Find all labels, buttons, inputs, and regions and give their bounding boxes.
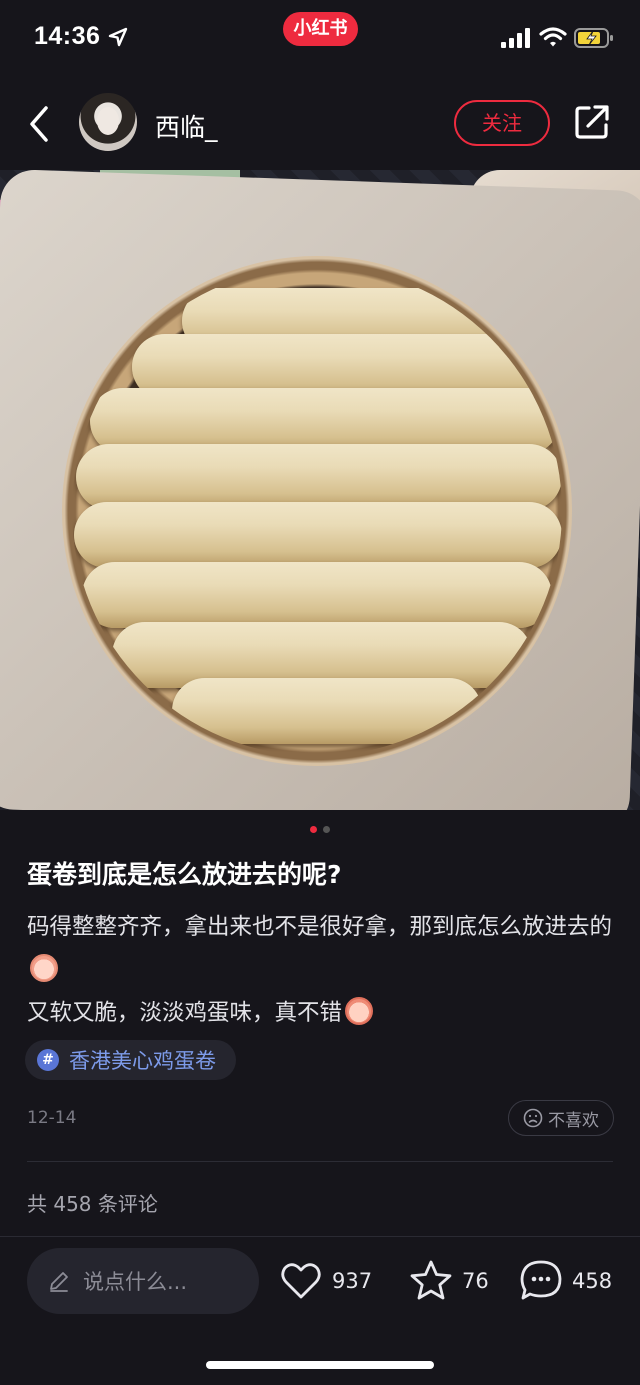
post-date: 12-14 xyxy=(27,1108,77,1128)
collect-button[interactable]: 76 xyxy=(408,1258,489,1304)
comment-input-placeholder: 说点什么... xyxy=(83,1270,188,1294)
carousel-dot xyxy=(323,826,330,833)
status-bar: 14:36 小红书 xyxy=(0,0,640,78)
carousel-indicator xyxy=(0,826,640,836)
pen-icon xyxy=(50,1272,68,1292)
wifi-icon xyxy=(539,27,567,47)
comment-input[interactable]: 说点什么... xyxy=(27,1248,259,1314)
post-title: 蛋卷到底是怎么放进去的呢? xyxy=(27,860,342,889)
post-body: 码得整整齐齐，拿出来也不是很好拿，那到底怎么放进去的 又软又脆，淡淡鸡蛋味，真不… xyxy=(27,906,617,1035)
dislike-button[interactable]: 不喜欢 xyxy=(508,1100,614,1136)
collect-count: 76 xyxy=(462,1269,489,1293)
share-icon[interactable] xyxy=(572,102,612,142)
author-name[interactable]: 西临_ xyxy=(155,108,218,144)
star-icon xyxy=(410,1260,452,1300)
dislike-label: 不喜欢 xyxy=(548,1110,599,1131)
comment-count-bottom: 458 xyxy=(572,1269,613,1293)
battery-charging-icon xyxy=(574,28,613,48)
follow-button[interactable]: 关注 xyxy=(454,100,550,146)
avatar[interactable] xyxy=(79,93,137,151)
post-body-line1: 码得整整齐齐，拿出来也不是很好拿，那到底怎么放进去的 xyxy=(27,914,613,940)
image-egg-rolls xyxy=(72,266,562,756)
tearful-face-emoji-icon xyxy=(30,954,58,982)
divider xyxy=(27,1161,613,1162)
hashtag-icon: # xyxy=(37,1049,59,1071)
comment-button[interactable]: 458 xyxy=(518,1258,612,1304)
home-indicator[interactable] xyxy=(206,1361,434,1369)
sad-face-icon xyxy=(523,1108,543,1128)
post-image[interactable] xyxy=(0,170,640,810)
topic-tag[interactable]: # 香港美心鸡蛋卷 xyxy=(25,1040,236,1080)
carousel-dot-active xyxy=(310,826,317,833)
shocked-face-emoji-icon xyxy=(345,997,374,1025)
topic-tag-label: 香港美心鸡蛋卷 xyxy=(69,1049,216,1073)
like-count: 937 xyxy=(332,1269,373,1293)
location-arrow-icon xyxy=(108,27,128,47)
chat-bubble-icon xyxy=(520,1260,562,1300)
post-body-line2: 又软又脆，淡淡鸡蛋味，真不错 xyxy=(27,1000,343,1026)
back-arrow-icon[interactable] xyxy=(22,102,56,146)
post-header: 西临_ 关注 xyxy=(0,78,640,170)
like-button[interactable]: 937 xyxy=(278,1258,372,1304)
signal-icon xyxy=(501,28,530,48)
divider xyxy=(0,1236,640,1237)
brand-logo: 小红书 xyxy=(283,12,358,46)
status-time: 14:36 xyxy=(34,22,101,50)
comment-count: 共 458 条评论 xyxy=(27,1192,158,1216)
heart-icon xyxy=(281,1263,321,1299)
